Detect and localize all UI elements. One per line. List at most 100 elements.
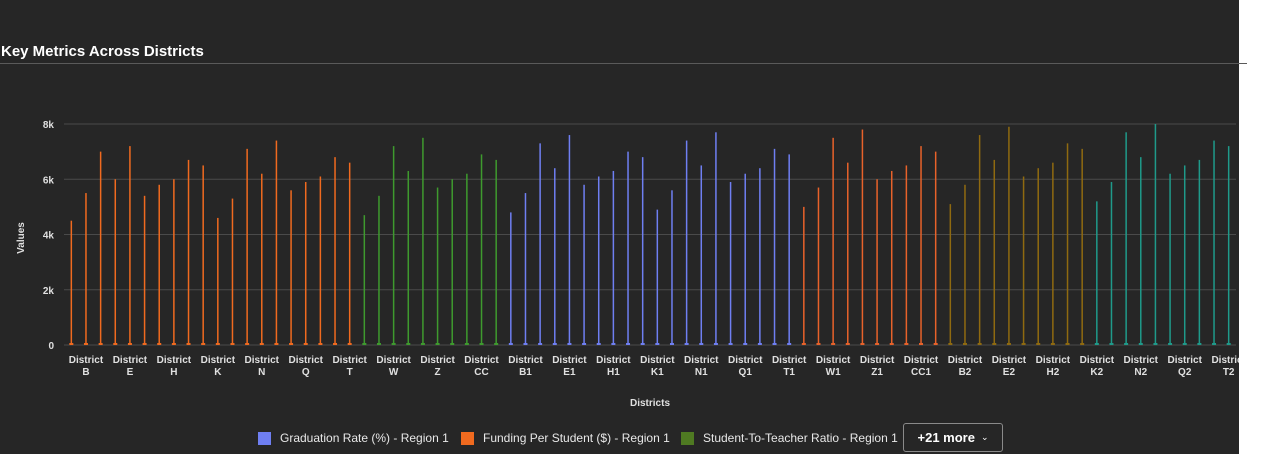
x-tick-label: District N bbox=[245, 355, 280, 378]
bar[interactable] bbox=[700, 165, 703, 345]
bar[interactable] bbox=[876, 179, 878, 345]
bar[interactable] bbox=[173, 179, 175, 345]
x-tick-label: District CC bbox=[464, 355, 499, 378]
bar-base bbox=[1212, 343, 1217, 345]
bar-base bbox=[157, 343, 162, 345]
bar[interactable] bbox=[773, 148, 776, 345]
bar[interactable] bbox=[861, 129, 864, 345]
bar[interactable] bbox=[641, 157, 644, 345]
bar-base bbox=[113, 343, 118, 345]
bar[interactable] bbox=[759, 168, 761, 345]
bar[interactable] bbox=[627, 151, 629, 345]
bar[interactable] bbox=[993, 159, 996, 345]
legend-swatch bbox=[681, 431, 694, 445]
bar[interactable] bbox=[217, 217, 219, 345]
bar[interactable] bbox=[114, 179, 117, 345]
bar[interactable] bbox=[480, 154, 483, 345]
bar[interactable] bbox=[568, 135, 571, 345]
x-tick-label: District Q bbox=[288, 355, 323, 378]
bar[interactable] bbox=[729, 182, 732, 345]
bar[interactable] bbox=[656, 209, 659, 345]
bar[interactable] bbox=[1008, 126, 1010, 345]
bar[interactable] bbox=[1037, 168, 1039, 345]
legend-item-graduation[interactable]: Graduation Rate (%) - Region 1 bbox=[258, 430, 449, 446]
bar[interactable] bbox=[597, 176, 600, 345]
legend-swatch bbox=[258, 431, 271, 445]
bar[interactable] bbox=[231, 198, 234, 345]
bar[interactable] bbox=[363, 215, 366, 345]
bar-chart: 02k4k6k8k District BDistrict EDistrict HDis… bbox=[16, 120, 1239, 409]
bar[interactable] bbox=[1066, 143, 1069, 345]
bar[interactable] bbox=[832, 137, 834, 345]
bar[interactable] bbox=[934, 151, 937, 345]
bar-base bbox=[977, 343, 982, 345]
bar[interactable] bbox=[1081, 148, 1083, 345]
bar[interactable] bbox=[99, 151, 102, 345]
bar-base bbox=[582, 343, 587, 345]
bar[interactable] bbox=[920, 146, 922, 345]
bar[interactable] bbox=[187, 159, 190, 345]
bar-base bbox=[1036, 343, 1041, 345]
bar[interactable] bbox=[495, 159, 497, 345]
bar[interactable] bbox=[554, 168, 556, 345]
bar[interactable] bbox=[261, 173, 263, 345]
bar[interactable] bbox=[451, 179, 453, 345]
bar[interactable] bbox=[539, 143, 541, 345]
bar[interactable] bbox=[1198, 159, 1201, 345]
bar[interactable] bbox=[392, 146, 395, 345]
bar[interactable] bbox=[436, 187, 439, 345]
bar[interactable] bbox=[671, 190, 673, 345]
bar[interactable] bbox=[319, 176, 322, 345]
bar[interactable] bbox=[803, 206, 805, 345]
bar[interactable] bbox=[246, 148, 248, 345]
bar[interactable] bbox=[1096, 201, 1098, 345]
bar[interactable] bbox=[202, 165, 204, 345]
bar[interactable] bbox=[817, 187, 820, 345]
bar[interactable] bbox=[466, 173, 468, 345]
bar-base bbox=[1226, 343, 1231, 345]
bar[interactable] bbox=[378, 195, 380, 345]
bar[interactable] bbox=[788, 154, 790, 345]
bar[interactable] bbox=[715, 132, 717, 345]
bar[interactable] bbox=[158, 184, 160, 345]
bar[interactable] bbox=[275, 140, 278, 345]
bar[interactable] bbox=[685, 140, 688, 345]
bar-base bbox=[757, 343, 762, 345]
bar[interactable] bbox=[422, 137, 424, 345]
bar[interactable] bbox=[1110, 182, 1113, 345]
bar[interactable] bbox=[524, 193, 527, 345]
bar[interactable] bbox=[890, 170, 893, 345]
bar[interactable] bbox=[1052, 162, 1054, 345]
bar[interactable] bbox=[85, 193, 87, 345]
bar[interactable] bbox=[1154, 124, 1157, 345]
legend-more-button[interactable]: +21 more ⌄ bbox=[903, 423, 1003, 452]
bar[interactable] bbox=[1140, 157, 1142, 345]
bar[interactable] bbox=[905, 165, 908, 345]
bar[interactable] bbox=[1227, 146, 1230, 345]
bar[interactable] bbox=[143, 195, 146, 345]
bar[interactable] bbox=[1169, 173, 1171, 345]
legend-item-funding[interactable]: Funding Per Student ($) - Region 1 bbox=[461, 430, 670, 446]
bar[interactable] bbox=[1125, 132, 1127, 345]
bar[interactable] bbox=[334, 157, 336, 345]
bar[interactable] bbox=[744, 173, 746, 345]
bar[interactable] bbox=[978, 135, 981, 345]
x-tick-label: District E2 bbox=[992, 355, 1027, 378]
bar[interactable] bbox=[583, 184, 585, 345]
bar[interactable] bbox=[407, 170, 410, 345]
bar-base bbox=[743, 343, 748, 345]
bar[interactable] bbox=[1213, 140, 1215, 345]
legend-item-ratio[interactable]: Student-To-Teacher Ratio - Region 1 bbox=[681, 430, 898, 446]
bar[interactable] bbox=[949, 204, 952, 345]
bar[interactable] bbox=[129, 146, 131, 345]
bar[interactable] bbox=[290, 190, 292, 345]
bar[interactable] bbox=[964, 184, 966, 345]
bar[interactable] bbox=[847, 162, 849, 345]
bar[interactable] bbox=[304, 182, 307, 345]
bar[interactable] bbox=[1183, 165, 1186, 345]
bar[interactable] bbox=[1022, 176, 1025, 345]
bar[interactable] bbox=[510, 212, 512, 345]
bar[interactable] bbox=[348, 162, 351, 345]
bar[interactable] bbox=[612, 170, 615, 345]
bar[interactable] bbox=[70, 220, 73, 345]
